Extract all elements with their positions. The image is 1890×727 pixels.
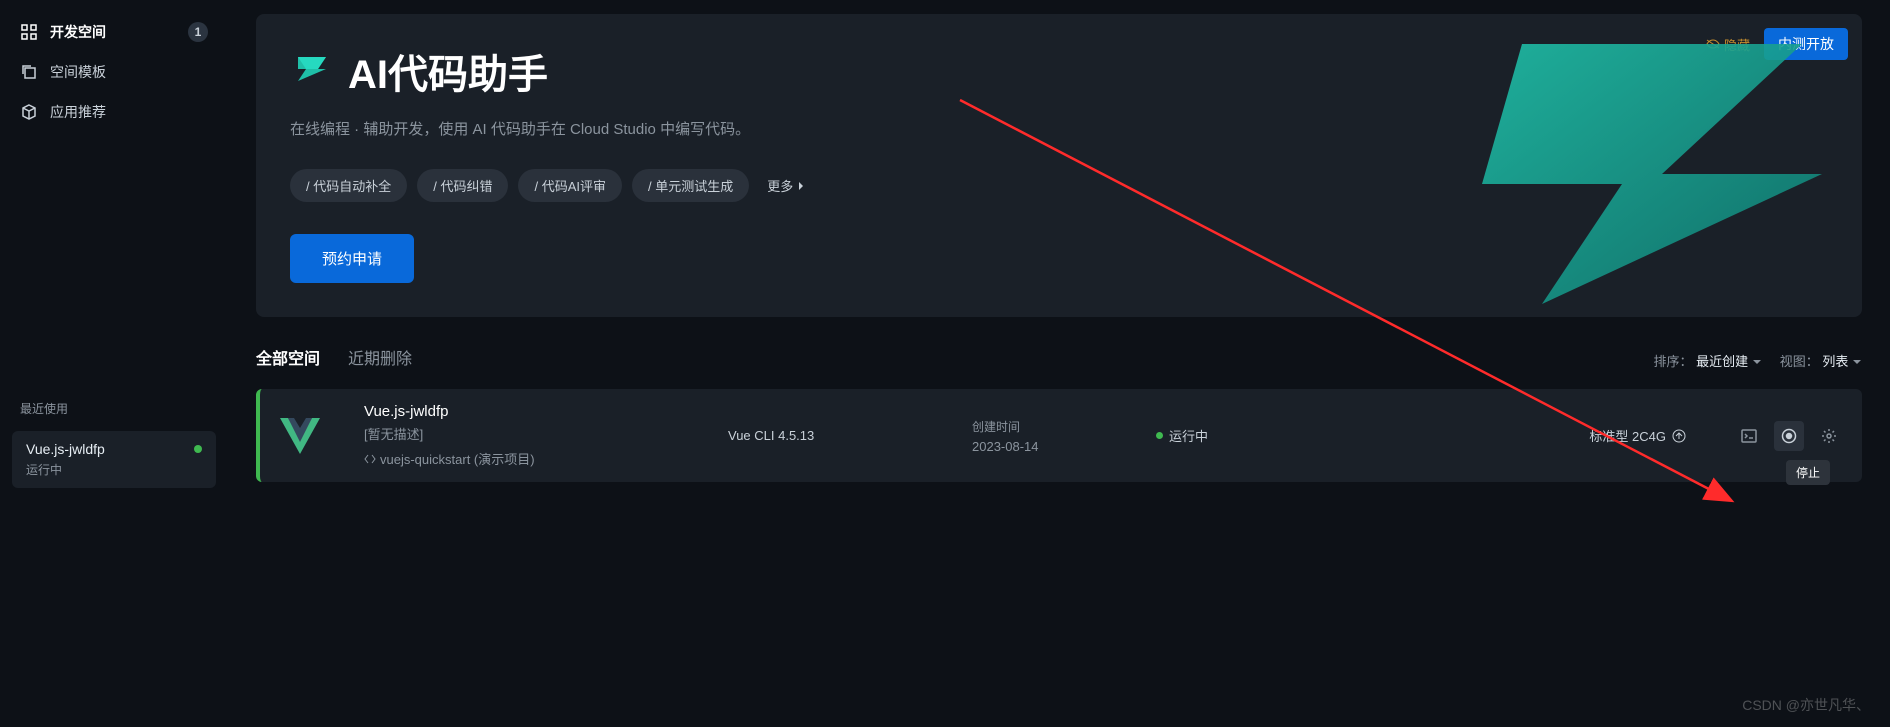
upgrade-icon[interactable] (1672, 429, 1686, 443)
banner-title: AI代码助手 (348, 42, 548, 100)
vue-logo-icon (260, 418, 340, 454)
more-link[interactable]: 更多 (767, 176, 805, 195)
settings-button[interactable] (1814, 421, 1844, 451)
copy-icon (20, 63, 38, 81)
workspace-row[interactable]: Vue.js-jwldfp [暂无描述] vuejs-quickstart (演… (256, 389, 1862, 482)
stop-tooltip: 停止 (1786, 460, 1830, 485)
workspace-spec: 标准型 2C4G (1589, 426, 1686, 445)
caret-down-icon (1752, 358, 1762, 366)
grid-icon (20, 23, 38, 41)
main: 隐藏 内测开放 AI代码助手 在线编程 · 辅助开发，使用 AI 代码助手在 C… (228, 0, 1890, 727)
workspace-desc: [暂无描述] (364, 424, 704, 443)
ai-logo-icon (290, 47, 334, 96)
banner-artwork (1382, 14, 1862, 317)
workspace-cli: Vue CLI 4.5.13 (728, 428, 948, 443)
pill-autocomplete[interactable]: / 代码自动补全 (290, 169, 407, 202)
tab-all[interactable]: 全部空间 (256, 345, 320, 375)
tabs-row: 全部空间 近期删除 排序： 最近创建 视图： 列表 (256, 345, 1862, 375)
recent-name: Vue.js-jwldfp (26, 441, 202, 457)
workspace-template: vuejs-quickstart (演示项目) (364, 449, 704, 468)
watermark: CSDN @亦世凡华、 (1742, 695, 1870, 715)
stop-button[interactable] (1774, 421, 1804, 451)
recent-section: 最近使用 Vue.js-jwldfp 运行中 (8, 392, 220, 488)
view-control[interactable]: 视图： 列表 (1780, 351, 1862, 370)
ai-banner: 隐藏 内测开放 AI代码助手 在线编程 · 辅助开发，使用 AI 代码助手在 C… (256, 14, 1862, 317)
nav-label: 空间模板 (50, 62, 106, 82)
workspace-created: 创建时间 2023-08-14 (972, 418, 1132, 454)
nav-label: 应用推荐 (50, 102, 106, 122)
running-dot-icon (194, 445, 202, 453)
caret-down-icon (1852, 358, 1862, 366)
nav-label: 开发空间 (50, 22, 106, 42)
nav-templates[interactable]: 空间模板 (8, 52, 220, 92)
tab-deleted[interactable]: 近期删除 (348, 345, 412, 375)
pill-fix[interactable]: / 代码纠错 (417, 169, 508, 202)
running-dot-icon (1156, 432, 1163, 439)
code-icon (364, 453, 376, 465)
nav-apps[interactable]: 应用推荐 (8, 92, 220, 132)
sort-control[interactable]: 排序： 最近创建 (1653, 351, 1761, 370)
sidebar: 开发空间 1 空间模板 应用推荐 最近使用 Vue.js-jwldfp 运行中 (0, 0, 228, 727)
terminal-button[interactable] (1734, 421, 1764, 451)
recent-status: 运行中 (26, 461, 202, 478)
nav-dev-spaces[interactable]: 开发空间 1 (8, 12, 220, 52)
pill-review[interactable]: / 代码AI评审 (518, 169, 622, 202)
workspace-status: 运行中 (1156, 426, 1276, 445)
workspace-name: Vue.js-jwldfp (364, 403, 704, 420)
recent-item[interactable]: Vue.js-jwldfp 运行中 (12, 431, 216, 488)
recent-title: 最近使用 (8, 392, 220, 425)
pill-test[interactable]: / 单元测试生成 (632, 169, 749, 202)
reserve-button[interactable]: 预约申请 (290, 234, 414, 283)
cube-icon (20, 103, 38, 121)
nav-badge: 1 (188, 22, 208, 42)
